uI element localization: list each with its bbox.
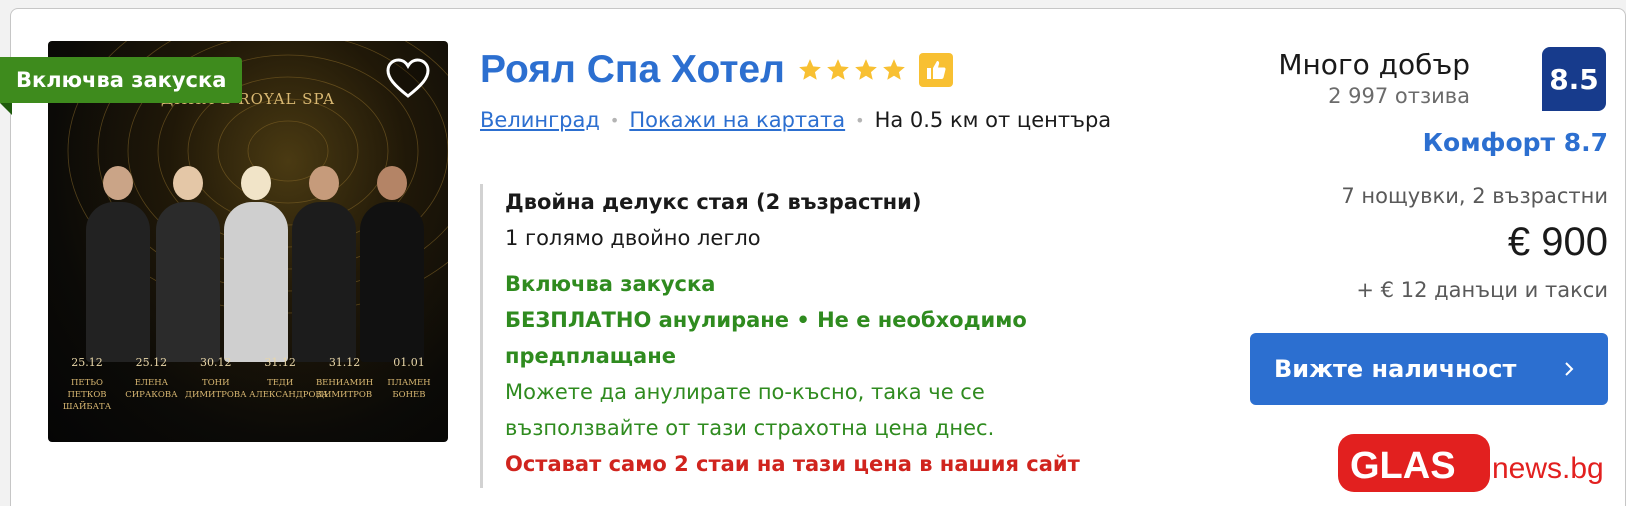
hotel-title-row: Роял Спа Хотел	[480, 44, 953, 96]
breakfast-included: Включва закуска	[505, 272, 716, 296]
room-title: Двойна делукс стая (2 възрастни)	[505, 190, 922, 214]
star-icon	[827, 59, 849, 80]
bed-info: 1 голямо двойно легло	[505, 226, 761, 250]
location-row: Велинград • Покажи на картата • На 0.5 к…	[480, 108, 1111, 132]
performer-figure	[156, 166, 220, 362]
event-item: 01.01 ПЛАМЕН БОНЕВ	[387, 356, 431, 400]
event-item: 25.12 ПЕТЬО ПЕТКОВ ШАЙБАТА	[62, 356, 112, 412]
performer-figure	[86, 166, 150, 362]
free-cancellation-line1: БЕЗПЛАТНО анулиране • Не е необходимо	[505, 308, 1027, 332]
review-score-badge[interactable]: 8.5	[1542, 47, 1606, 111]
watermark-suffix: news.bg	[1492, 452, 1604, 485]
heart-icon[interactable]	[384, 55, 432, 103]
star-rating	[797, 57, 909, 83]
cancellation-note-line2: възползвайте от тази страхотна цена днес…	[505, 416, 995, 440]
performer-figure	[292, 166, 356, 362]
event-item: 25.12 ЕЛЕНА СИРАКОВА	[125, 356, 178, 400]
star-icon	[883, 59, 905, 80]
thumbs-up-icon[interactable]	[918, 53, 953, 87]
hotel-name-link[interactable]: Роял Спа Хотел	[480, 48, 785, 92]
stay-summary: 7 нощувки, 2 възрастни	[1341, 184, 1608, 208]
event-dates: 25.12 ПЕТЬО ПЕТКОВ ШАЙБАТА 25.12 ЕЛЕНА С…	[56, 356, 440, 413]
star-icon	[855, 59, 877, 80]
performer-figure	[224, 166, 288, 362]
taxes-and-fees: + € 12 данъци и такси	[1356, 278, 1608, 302]
cancellation-note-line1: Можете да анулирате по-късно, така че се	[505, 380, 985, 404]
performer-figure	[360, 166, 424, 362]
ribbon-fold	[0, 103, 12, 115]
see-availability-label: Вижте наличност	[1274, 355, 1517, 383]
event-item: 30.12 ТОНИ ДИМИТРОВА	[185, 356, 247, 400]
comfort-score: Комфорт 8.7	[1422, 128, 1608, 157]
show-on-map-link[interactable]: Покажи на картата	[629, 108, 845, 132]
see-availability-button[interactable]: Вижте наличност	[1250, 333, 1608, 405]
city-link[interactable]: Велинград	[480, 108, 600, 132]
separator-dot: •	[855, 110, 865, 130]
event-item: 31.12 ТЕДИ АЛЕКСАНДРОВА	[249, 356, 329, 400]
review-count[interactable]: 2 997 отзива	[1328, 84, 1470, 108]
review-word[interactable]: Много добър	[1278, 48, 1470, 81]
event-item: 31.12 ВЕНИАМИН ДИМИТРОВ	[315, 356, 374, 400]
breakfast-ribbon: Включва закуска	[0, 57, 243, 103]
scarcity-message: Остават само 2 стаи на тази цена в нашия…	[505, 452, 1080, 476]
price: € 900	[1507, 220, 1608, 264]
star-icon	[799, 59, 821, 80]
room-details: Двойна делукс стая (2 възрастни) 1 голям…	[480, 184, 1190, 488]
distance-from-center: На 0.5 км от центъра	[874, 108, 1112, 132]
separator-dot: •	[609, 110, 620, 130]
performers-group	[48, 162, 448, 362]
free-cancellation-line2: предплащане	[505, 344, 676, 368]
glasnews-watermark: GLAS news.bg	[1338, 434, 1604, 492]
watermark-brand: GLAS	[1350, 445, 1456, 487]
chevron-right-icon	[1565, 362, 1574, 376]
